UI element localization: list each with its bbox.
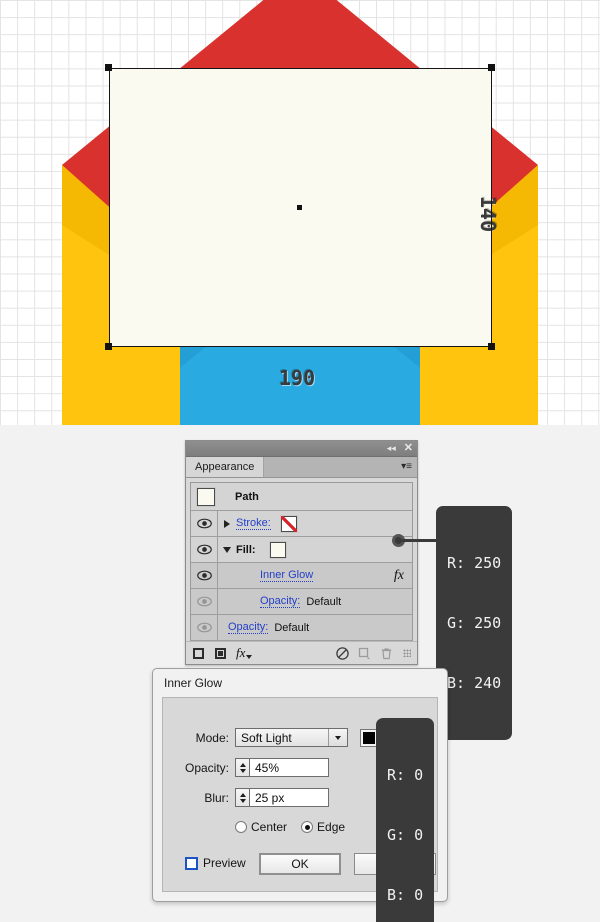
stroke-swatch-none[interactable] — [279, 514, 298, 533]
selection-handle-top-left[interactable] — [105, 64, 112, 71]
appearance-row-stroke[interactable]: Stroke: — [191, 511, 412, 537]
inner-glow-visibility-toggle[interactable] — [191, 563, 218, 588]
opacity-field[interactable]: 45% — [235, 758, 329, 777]
fill-label[interactable]: Fill: — [236, 544, 256, 556]
panel-footer: fx — [186, 641, 417, 664]
envelope-svg — [62, 0, 538, 425]
fill-callout-r: R: 250 — [447, 554, 502, 572]
illustration-canvas[interactable]: 190 140 — [0, 0, 600, 425]
delete-item-icon[interactable] — [380, 647, 393, 660]
opacity-nested-value: Default — [306, 595, 342, 608]
opacity-stepper[interactable] — [235, 758, 249, 777]
opacity-root-value: Default — [274, 621, 310, 634]
blend-mode-select[interactable]: Soft Light — [235, 728, 348, 747]
blur-stepper[interactable] — [235, 788, 249, 807]
stroke-label[interactable]: Stroke: — [236, 517, 271, 530]
path-thumbnail-cell — [191, 483, 221, 510]
radio-edge-label: Edge — [317, 820, 346, 834]
chevron-right-icon — [224, 519, 230, 528]
glow-color-rgb-callout: R: 0 G: 0 B: 0 — [376, 718, 435, 922]
envelope-artwork: 190 140 — [0, 0, 600, 425]
blur-label: Blur: — [204, 790, 229, 805]
eye-icon — [196, 518, 212, 529]
radio-edge[interactable]: Edge — [301, 820, 345, 834]
glow-callout-g: G: 0 — [387, 826, 424, 844]
inner-glow-label[interactable]: Inner Glow — [260, 569, 314, 582]
appearance-row-opacity-nested[interactable]: Opacity: Default — [191, 589, 412, 615]
tab-appearance-label: Appearance — [195, 461, 255, 473]
blur-field[interactable]: 25 px — [235, 788, 329, 807]
resize-grip-icon[interactable] — [403, 649, 411, 657]
screen-root: 190 140 ◂◂ ✕ Appearance ▾≡ Path Stroke: … — [0, 0, 600, 922]
preview-label: Preview — [203, 856, 246, 870]
panel-menu-icon[interactable]: ▾≡ — [401, 462, 412, 472]
collapse-double-arrow-icon[interactable]: ◂◂ — [387, 444, 396, 453]
preview-checkbox-mark[interactable] — [185, 856, 198, 870]
radio-edge-mark[interactable] — [301, 821, 314, 833]
blur-row: Blur: 25 px — [181, 788, 329, 807]
add-new-effect-icon[interactable]: fx — [236, 645, 253, 661]
opacity-row: Opacity: 45% — [181, 758, 329, 777]
preview-checkbox[interactable]: Preview — [185, 856, 246, 870]
fill-collapse-arrow[interactable] — [218, 546, 236, 553]
opacity-input[interactable]: 45% — [249, 758, 329, 777]
blend-mode-value: Soft Light — [241, 730, 292, 745]
close-icon[interactable]: ✕ — [404, 443, 413, 454]
eye-icon — [196, 570, 212, 581]
path-thumbnail-swatch — [196, 486, 216, 507]
selection-center-point — [297, 205, 302, 210]
panel-titlebar[interactable]: ◂◂ ✕ — [186, 441, 417, 457]
fill-callout-b: B: 240 — [447, 674, 502, 692]
stroke-visibility-toggle[interactable] — [191, 511, 218, 536]
selection-handle-top-right[interactable] — [488, 64, 495, 71]
panel-body: Path Stroke: Fill: Inner Glow fx Opacity… — [186, 478, 417, 641]
appearance-rows: Path Stroke: Fill: Inner Glow fx Opacity… — [190, 482, 413, 641]
stroke-expand-arrow[interactable] — [218, 519, 236, 528]
radio-center-mark[interactable] — [235, 821, 247, 833]
mode-row: Mode: Soft Light — [181, 728, 378, 747]
fill-swatch[interactable] — [268, 540, 287, 559]
chevron-down-icon — [223, 546, 231, 553]
glow-callout-r: R: 0 — [387, 766, 424, 784]
blur-input[interactable]: 25 px — [249, 788, 329, 807]
opacity-nested-label[interactable]: Opacity: — [260, 595, 301, 608]
appearance-panel[interactable]: ◂◂ ✕ Appearance ▾≡ Path Stroke: Fill: In… — [185, 440, 418, 665]
duplicate-item-icon[interactable] — [358, 647, 371, 660]
selection-handle-bottom-left[interactable] — [105, 343, 112, 350]
clear-appearance-icon[interactable] — [336, 646, 349, 660]
glow-callout-b: B: 0 — [387, 886, 424, 904]
dimension-label-height: 140 — [476, 196, 500, 233]
dialog-title: Inner Glow — [164, 676, 223, 690]
tab-appearance[interactable]: Appearance — [186, 457, 265, 477]
appearance-row-inner-glow[interactable]: Inner Glow fx — [191, 563, 412, 589]
opacity-label: Opacity: — [184, 760, 229, 775]
opacity-nested-visibility-toggle[interactable] — [191, 589, 218, 614]
panel-tab-row[interactable]: Appearance ▾≡ — [186, 457, 417, 478]
appearance-row-fill[interactable]: Fill: — [191, 537, 412, 563]
path-label: Path — [235, 490, 259, 503]
fx-icon[interactable]: fx — [394, 568, 404, 584]
ok-button[interactable]: OK — [259, 853, 341, 875]
add-new-fill-icon[interactable] — [214, 647, 227, 660]
ok-button-label: OK — [291, 857, 309, 871]
opacity-root-visibility-toggle[interactable] — [191, 615, 218, 640]
eye-icon — [196, 596, 212, 607]
panel-tabrow-filler: ▾≡ — [264, 457, 417, 477]
mode-label: Mode: — [195, 730, 229, 745]
appearance-row-path[interactable]: Path — [191, 483, 412, 511]
radio-center-label: Center — [251, 820, 288, 834]
radio-center[interactable]: Center — [235, 820, 287, 834]
selection-handle-bottom-right[interactable] — [488, 343, 495, 350]
fill-callout-g: G: 250 — [447, 614, 502, 632]
fill-visibility-toggle[interactable] — [191, 537, 218, 562]
eye-icon — [196, 622, 212, 633]
chevron-down-icon[interactable] — [328, 729, 347, 746]
origin-radio-group: Center Edge — [235, 820, 345, 834]
fill-callout-leader-line — [399, 539, 439, 542]
appearance-row-opacity-root[interactable]: Opacity: Default — [191, 615, 412, 641]
dimension-label-width: 190 — [279, 366, 316, 390]
eye-icon — [196, 544, 212, 555]
add-new-stroke-icon[interactable] — [192, 647, 205, 660]
opacity-root-label[interactable]: Opacity: — [228, 621, 269, 634]
